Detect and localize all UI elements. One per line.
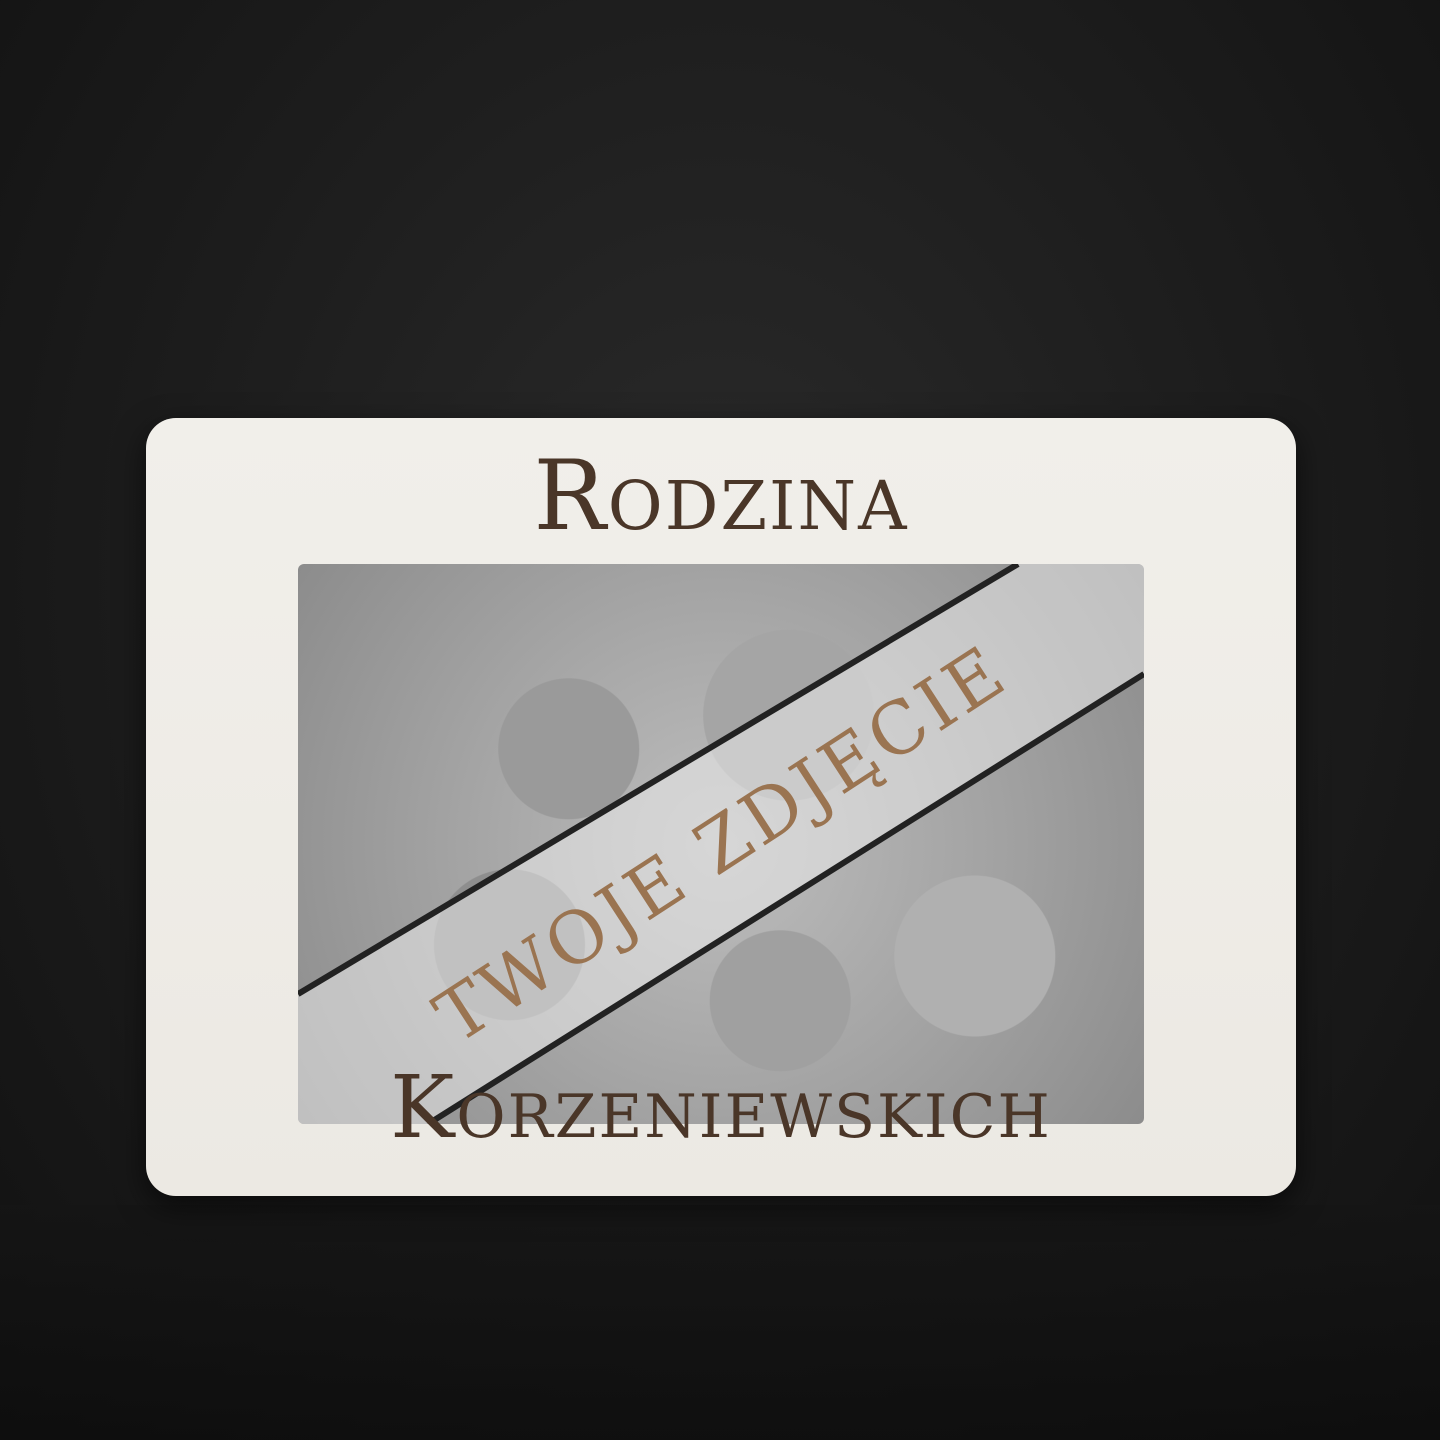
- frame-title-bottom: Korzeniewskich: [390, 1058, 1052, 1158]
- photo-frame: Rodzina TWOJE ZDJĘCIE Korzeniewskich: [146, 418, 1296, 1196]
- frame-title-top: Rodzina: [533, 440, 909, 552]
- family-photo: TWOJE ZDJĘCIE: [298, 564, 1144, 1124]
- floor-surface: [0, 1205, 1440, 1440]
